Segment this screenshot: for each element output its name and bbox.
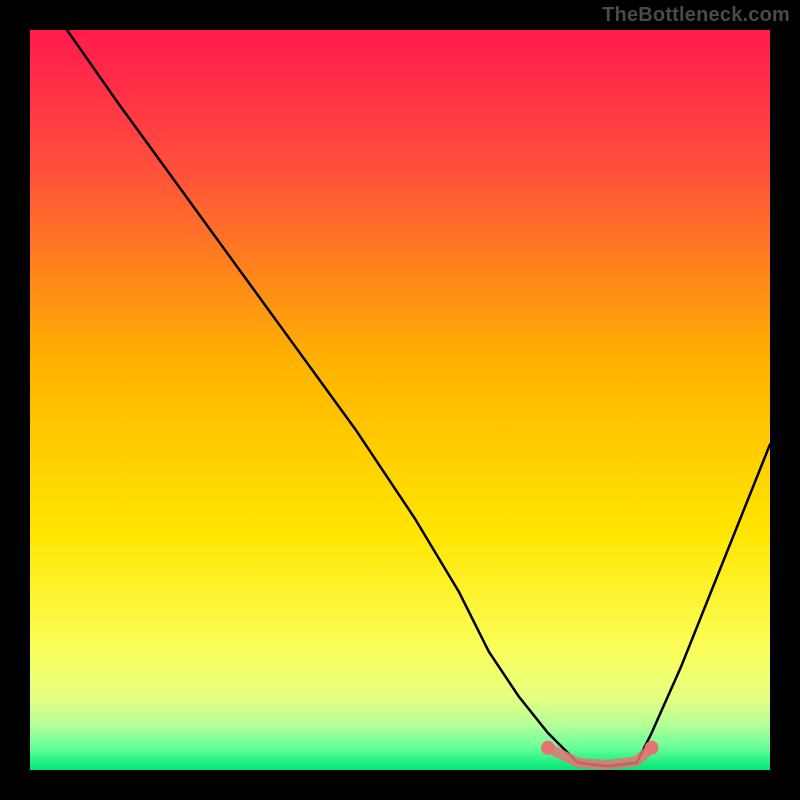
plot-svg — [30, 30, 770, 770]
highlight-end-dot — [541, 741, 555, 755]
highlight-end-dot — [645, 741, 659, 755]
bottleneck-plot — [30, 30, 770, 770]
chart-frame: TheBottleneck.com — [0, 0, 800, 800]
watermark-text: TheBottleneck.com — [602, 4, 790, 27]
gradient-background — [30, 30, 770, 770]
